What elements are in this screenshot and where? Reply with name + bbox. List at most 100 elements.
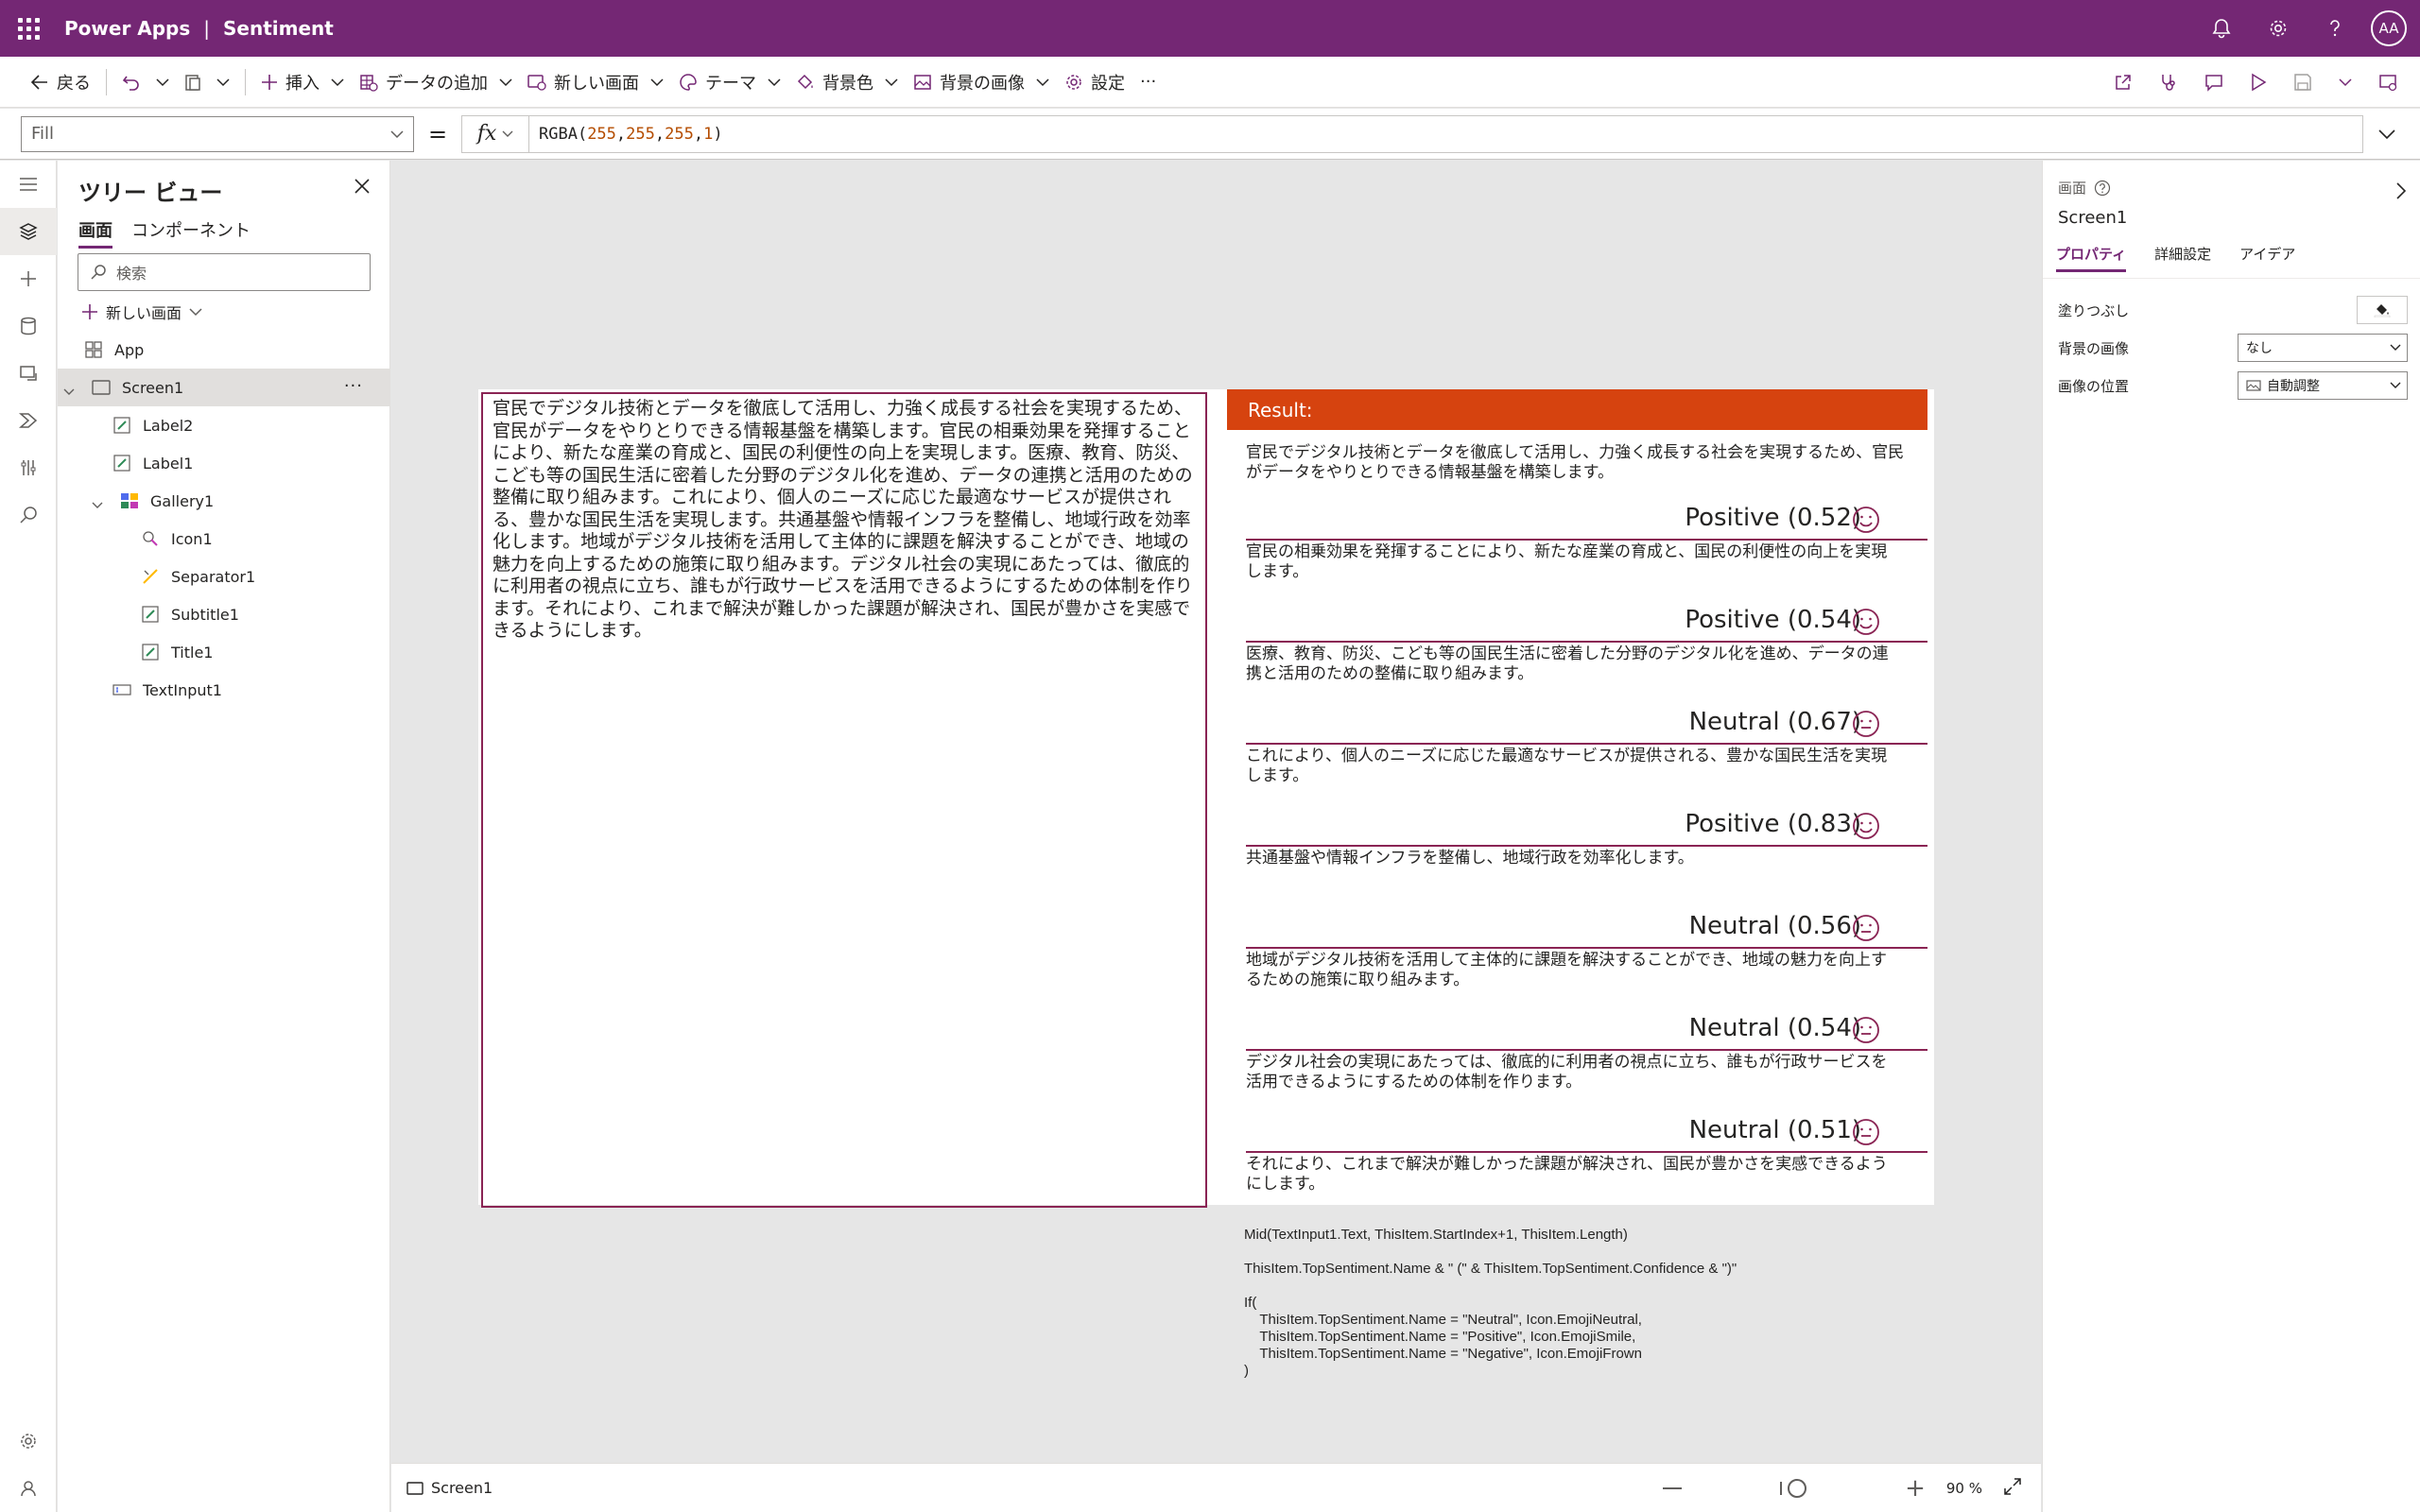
control-name[interactable]: Screen1 <box>2058 208 2127 228</box>
tree-item-gallery1[interactable]: Gallery1 <box>58 482 389 520</box>
chevron-down-icon[interactable] <box>63 382 75 400</box>
data-icon[interactable] <box>0 302 57 350</box>
gallery-item[interactable]: Positive (0.54) 医療、教育、防災、こども等の国民生活に密着した分野… <box>1227 603 1927 705</box>
gallery-item-separator[interactable] <box>1246 539 1927 541</box>
zoom-slider[interactable] <box>1772 1479 1895 1498</box>
gallery-item-title[interactable]: Neutral (0.54) <box>1689 1011 1861 1045</box>
tree-item-title1[interactable]: Title1 <box>58 633 389 671</box>
gallery-item-title[interactable]: Positive (0.54) <box>1685 603 1861 637</box>
gallery-1[interactable]: Positive (0.52) 官民の相乗効果を発揮することにより、新たな産業の育… <box>1227 501 1927 1215</box>
gallery-item-title[interactable]: Positive (0.83) <box>1685 807 1861 841</box>
gallery-item-title[interactable]: Neutral (0.51) <box>1689 1113 1861 1147</box>
zoom-slider-thumb[interactable] <box>1788 1479 1807 1498</box>
fit-to-window-icon[interactable] <box>2003 1477 2022 1500</box>
gallery-item-separator[interactable] <box>1246 641 1927 643</box>
paste-dropdown[interactable] <box>209 57 237 108</box>
tree-item-app[interactable]: App <box>58 331 389 369</box>
power-automate-icon[interactable] <box>0 397 57 444</box>
help-icon[interactable] <box>2307 0 2363 57</box>
gallery-item-separator[interactable] <box>1246 845 1927 847</box>
function-picker[interactable]: fx <box>461 114 529 153</box>
gallery-item-separator[interactable] <box>1246 947 1927 949</box>
tree-item-label2[interactable]: Label2 <box>58 406 389 444</box>
result-intro-label[interactable]: 官民でデジタル技術とデータを徹底して活用し、力強く成長する社会を実現するため、官… <box>1246 443 1908 483</box>
more-options-icon[interactable]: ··· <box>344 376 363 396</box>
chevron-down-icon[interactable] <box>92 495 103 513</box>
gallery-item[interactable]: Neutral (0.51) それにより、これまで解決が難しかった課題が解決され、… <box>1227 1113 1927 1215</box>
back-button[interactable]: 戻る <box>23 57 98 108</box>
undo-dropdown[interactable] <box>148 57 177 108</box>
comments-button[interactable] <box>2193 57 2235 108</box>
neutral-icon[interactable] <box>1852 1016 1880 1048</box>
neutral-icon[interactable] <box>1852 710 1880 742</box>
search-input[interactable]: 検索 <box>78 253 371 291</box>
settings-button[interactable]: 設定 <box>1057 57 1132 108</box>
tree-view-icon[interactable] <box>0 208 57 255</box>
gallery-item-subtitle[interactable]: 官民の相乗効果を発揮することにより、新たな産業の育成と、国民の利便性の向上を実現… <box>1246 542 1898 582</box>
app-name[interactable]: Power Apps <box>64 17 190 40</box>
tab-components[interactable]: コンポーネント <box>131 217 251 249</box>
neutral-icon[interactable] <box>1852 1118 1880 1150</box>
expand-formula-button[interactable] <box>2363 129 2411 140</box>
collapse-pane-icon[interactable] <box>2395 181 2407 204</box>
app-launcher-icon[interactable] <box>0 0 57 57</box>
bg-image-dropdown[interactable]: なし <box>2238 334 2408 362</box>
result-header-label[interactable]: Result: <box>1227 389 1927 430</box>
gallery-item[interactable]: Neutral (0.67) これにより、個人のニーズに応じた最適なサービスが提供… <box>1227 705 1927 807</box>
tab-ideas[interactable]: アイデア <box>2239 244 2295 272</box>
preview-button[interactable] <box>2238 57 2278 108</box>
more-commands-button[interactable]: ··· <box>1132 57 1164 108</box>
help-icon[interactable] <box>2094 180 2111 197</box>
status-screen-selector[interactable]: Screen1 <box>406 1479 493 1497</box>
gallery-item-title[interactable]: Positive (0.52) <box>1685 501 1861 535</box>
gear-icon[interactable] <box>2250 0 2307 57</box>
gallery-item-separator[interactable] <box>1246 743 1927 745</box>
app-checker-button[interactable] <box>2148 57 2189 108</box>
smile-icon[interactable] <box>1852 506 1880 538</box>
gallery-item-subtitle[interactable]: これにより、個人のニーズに応じた最適なサービスが提供される、豊かな国民生活を実現… <box>1246 747 1898 786</box>
insert-icon[interactable] <box>0 255 57 302</box>
fill-color-picker[interactable] <box>2357 296 2408 324</box>
theme-button[interactable]: テーマ <box>671 57 788 108</box>
gallery-item[interactable]: Positive (0.52) 官民の相乗効果を発揮することにより、新たな産業の育… <box>1227 501 1927 603</box>
tree-item-label1[interactable]: Label1 <box>58 444 389 482</box>
add-data-button[interactable]: データの追加 <box>352 57 520 108</box>
gallery-item-title[interactable]: Neutral (0.56) <box>1689 909 1861 943</box>
formula-input[interactable]: RGBA(255, 255, 255, 1) <box>529 114 2363 153</box>
undo-button[interactable] <box>114 57 148 108</box>
hamburger-menu-icon[interactable] <box>0 161 57 208</box>
advanced-tools-icon[interactable] <box>0 444 57 491</box>
virtual-agent-icon[interactable] <box>0 1465 57 1512</box>
background-image-button[interactable]: 背景の画像 <box>906 57 1057 108</box>
gallery-item-subtitle[interactable]: 医療、教育、防災、こども等の国民生活に密着した分野のデジタル化を進め、データの連… <box>1246 644 1898 684</box>
insert-button[interactable]: 挿入 <box>253 57 352 108</box>
screen-canvas[interactable]: 官民でデジタル技術とデータを徹底して活用し、力強く成長する社会を実現するため、官… <box>478 389 1934 1208</box>
gallery-item-separator[interactable] <box>1246 1151 1927 1153</box>
avatar[interactable]: AA <box>2371 10 2407 46</box>
image-position-dropdown[interactable]: 自動調整 <box>2238 371 2408 400</box>
publish-button[interactable] <box>2367 57 2409 108</box>
gallery-item-subtitle[interactable]: 地域がデジタル技術を活用して主体的に課題を解決することができ、地域の魅力を向上す… <box>1246 951 1898 990</box>
tree-item-icon1[interactable]: Icon1 <box>58 520 389 558</box>
tree-item-screen1[interactable]: Screen1 ··· <box>58 369 389 406</box>
document-name[interactable]: Sentiment <box>223 17 334 40</box>
tab-properties[interactable]: プロパティ <box>2056 244 2127 272</box>
smile-icon[interactable] <box>1852 608 1880 640</box>
new-screen-button[interactable]: 新しい画面 <box>520 57 671 108</box>
bell-icon[interactable] <box>2193 0 2250 57</box>
tab-screens[interactable]: 画面 <box>78 217 112 249</box>
text-input-1[interactable]: 官民でデジタル技術とデータを徹底して活用し、力強く成長する社会を実現するため、官… <box>481 392 1207 1208</box>
gallery-item-separator[interactable] <box>1246 1049 1927 1051</box>
share-button[interactable] <box>2102 57 2144 108</box>
background-color-button[interactable]: 背景色 <box>788 57 906 108</box>
new-screen-tree-button[interactable]: 新しい画面 <box>81 301 202 323</box>
close-icon[interactable] <box>354 178 371 198</box>
gallery-item-subtitle[interactable]: 共通基盤や情報インフラを整備し、地域行政を効率化します。 <box>1246 849 1898 868</box>
tab-advanced[interactable]: 詳細設定 <box>2154 244 2211 272</box>
zoom-out-button[interactable] <box>1663 1487 1683 1489</box>
smile-icon[interactable] <box>1852 812 1880 844</box>
gallery-item-subtitle[interactable]: それにより、これまで解決が難しかった課題が解決され、国民が豊かさを実感できるよう… <box>1246 1155 1898 1194</box>
media-icon[interactable] <box>0 350 57 397</box>
save-dropdown[interactable] <box>2327 57 2363 108</box>
gallery-item[interactable]: Positive (0.83) 共通基盤や情報インフラを整備し、地域行政を効率化し… <box>1227 807 1927 909</box>
